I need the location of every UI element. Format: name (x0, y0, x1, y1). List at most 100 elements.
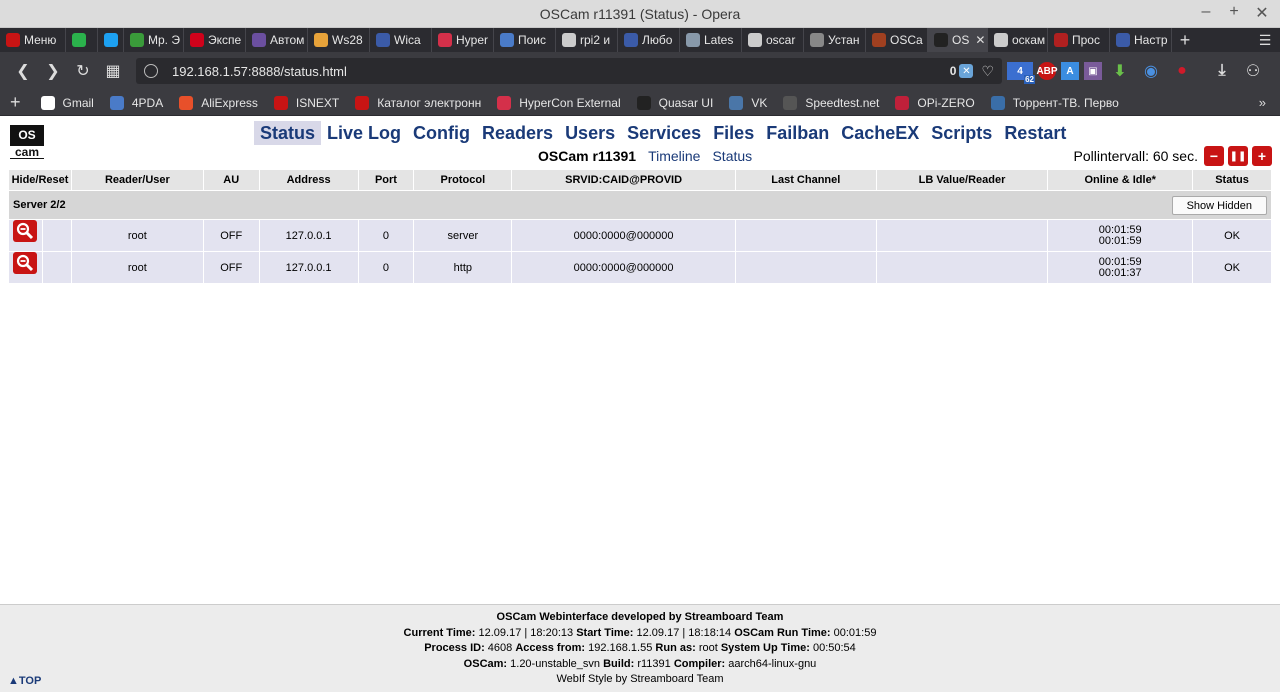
poll-increase-button[interactable]: + (1252, 146, 1272, 166)
adblock-plus-icon[interactable]: ABP (1036, 62, 1058, 80)
bookmark-7[interactable]: VK (729, 95, 767, 110)
tab-label: Wica (394, 33, 421, 47)
bookmark-favicon-icon (783, 95, 798, 110)
bookmark-5[interactable]: HyperCon External (497, 95, 621, 110)
account-icon[interactable]: ⚇ (1240, 62, 1266, 80)
menu-failban[interactable]: Failban (760, 121, 835, 145)
menu-cacheex[interactable]: CacheEX (835, 121, 925, 145)
address-bar[interactable]: 192.168.1.57:8888/status.html 0 ✕ ♡ (136, 58, 1002, 84)
tab-favicon-icon (994, 33, 1008, 47)
column-header: Protocol (414, 170, 512, 190)
top-link[interactable]: ▲TOP (8, 675, 41, 687)
new-tab-icon[interactable]: + (1172, 30, 1198, 51)
tab-17[interactable]: оскам (988, 28, 1048, 52)
download-helper-icon[interactable]: ⬇ (1107, 62, 1133, 80)
tab-favicon-icon (748, 33, 762, 47)
extension-4pda-icon[interactable]: 4 62 (1007, 62, 1035, 84)
bookmark-3[interactable]: ISNEXT (273, 95, 339, 110)
column-header: Status (1193, 170, 1271, 190)
menu-live-log[interactable]: Live Log (321, 121, 407, 145)
bookmark-label: OPi-ZERO (917, 95, 975, 110)
poll-decrease-button[interactable]: − (1204, 146, 1224, 166)
cell-protocol: http (414, 252, 512, 283)
menu-scripts[interactable]: Scripts (925, 121, 998, 145)
bookmark-favicon-icon (40, 95, 55, 110)
tab-3[interactable]: Mp. Э (124, 28, 184, 52)
menu-status[interactable]: Status (254, 121, 322, 145)
bookmark-6[interactable]: Quasar UI (636, 95, 713, 110)
timeline-link[interactable]: Timeline (648, 148, 700, 164)
menu-files[interactable]: Files (707, 121, 760, 145)
extension-icon[interactable]: ▣ (1084, 62, 1102, 80)
tab-5[interactable]: Автом (246, 28, 308, 52)
tab-label: Настр (1134, 33, 1168, 47)
bookmark-favicon-icon (497, 95, 512, 110)
downloads-icon[interactable]: ⤓ (1209, 62, 1235, 80)
tab-14[interactable]: Устан (804, 28, 866, 52)
tab-19[interactable]: Настр (1110, 28, 1172, 52)
tab-favicon-icon (376, 33, 390, 47)
bookmark-2[interactable]: AliExpress (179, 95, 258, 110)
bookmarks-bar: + Gmail 4PDA AliExpress ISNEXT Каталог элект… (0, 90, 1280, 116)
tab-2[interactable] (98, 28, 124, 52)
tab-9[interactable]: Поис (494, 28, 556, 52)
oscam-logo: OS cam (10, 125, 44, 159)
tab-16[interactable]: OS ✕ (928, 28, 988, 52)
tab-10[interactable]: rpi2 и (556, 28, 618, 52)
tab-favicon-icon (130, 33, 144, 47)
tab-11[interactable]: Любо (618, 28, 680, 52)
close-window-icon[interactable]: ✕ (1254, 3, 1270, 23)
tab-12[interactable]: Lates (680, 28, 742, 52)
bookmark-9[interactable]: OPi-ZERO (895, 95, 975, 110)
tab-13[interactable]: oscar (742, 28, 804, 52)
status-link[interactable]: Status (712, 148, 752, 164)
tab-favicon-icon (934, 33, 948, 47)
heart-icon[interactable]: ♡ (981, 63, 994, 80)
bookmark-label: Speedtest.net (805, 95, 880, 110)
tab-0[interactable]: Меню (0, 28, 66, 52)
tab-menu-icon[interactable]: ☰ (1250, 32, 1280, 49)
show-hidden-button[interactable]: Show Hidden (1171, 196, 1267, 215)
menu-users[interactable]: Users (559, 121, 621, 145)
back-icon[interactable]: ❮ (8, 61, 38, 81)
bookmark-10[interactable]: Торрент-ТВ. Перво (990, 95, 1119, 110)
footer-times: Current Time: 12.09.17 | 18:20:13 Start … (403, 626, 877, 639)
close-tab-icon[interactable]: ✕ (975, 33, 985, 47)
bookmark-0[interactable]: Gmail (40, 95, 94, 110)
bookmarks-more-icon[interactable]: » (1259, 95, 1266, 110)
tab-15[interactable]: OSCa (866, 28, 928, 52)
tab-6[interactable]: Ws28 (308, 28, 370, 52)
bookmark-1[interactable]: 4PDA (109, 95, 163, 110)
maximize-icon[interactable]: + (1226, 3, 1242, 23)
translate-icon[interactable]: A (1061, 62, 1079, 80)
bookmark-favicon-icon (273, 95, 288, 110)
forward-icon[interactable]: ❯ (38, 61, 68, 81)
menu-config[interactable]: Config (407, 121, 476, 145)
poll-pause-button[interactable]: ❚❚ (1228, 146, 1248, 166)
menu-restart[interactable]: Restart (998, 121, 1072, 145)
reload-icon[interactable]: ↻ (68, 61, 98, 81)
sub-menu: OSCam r11391 Timeline Status (538, 148, 752, 164)
tab-18[interactable]: Прос (1048, 28, 1110, 52)
reset-magnifier-icon[interactable] (13, 252, 37, 274)
tab-1[interactable] (66, 28, 98, 52)
main-menu: Status Live Log Config Readers Users Services… (254, 121, 1072, 145)
speed-dial-icon[interactable]: ▦ (98, 61, 128, 81)
cell-port: 0 (358, 252, 414, 283)
tab-7[interactable]: Wica (370, 28, 432, 52)
cell-address: 127.0.0.1 (259, 220, 358, 251)
add-bookmark-icon[interactable]: + (10, 92, 21, 113)
reset-magnifier-icon[interactable] (13, 220, 37, 242)
bookmark-favicon-icon (355, 95, 370, 110)
minimize-icon[interactable]: – (1198, 3, 1214, 23)
tab-8[interactable]: Hyper (432, 28, 494, 52)
menu-services[interactable]: Services (621, 121, 707, 145)
vpn-icon[interactable]: ◉ (1138, 62, 1164, 80)
bookmark-label: Gmail (62, 95, 94, 110)
record-icon[interactable]: ● (1169, 62, 1195, 80)
tab-4[interactable]: Экспе (184, 28, 246, 52)
bookmark-4[interactable]: Каталог электронн (355, 95, 481, 110)
menu-readers[interactable]: Readers (476, 121, 559, 145)
adblock-counter[interactable]: 0 ✕ (950, 64, 974, 78)
bookmark-8[interactable]: Speedtest.net (783, 95, 880, 110)
